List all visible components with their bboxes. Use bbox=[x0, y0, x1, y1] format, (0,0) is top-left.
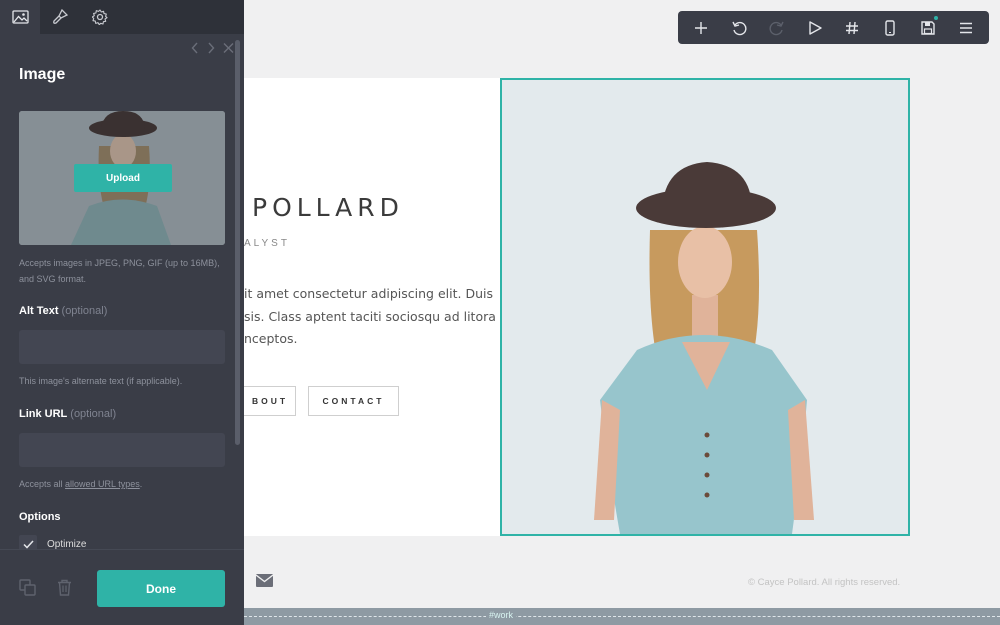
upload-button[interactable]: Upload bbox=[74, 164, 172, 192]
panel-tabs bbox=[0, 0, 244, 34]
link-url-help-suffix: . bbox=[139, 479, 143, 489]
alt-text-input[interactable] bbox=[19, 330, 225, 364]
hero-role-subtitle[interactable]: ALYST bbox=[244, 238, 290, 249]
chevron-right-icon[interactable] bbox=[207, 42, 215, 54]
section-label[interactable]: #work bbox=[486, 610, 517, 620]
unsaved-indicator bbox=[934, 15, 939, 20]
menu-icon bbox=[960, 22, 973, 33]
save-icon bbox=[921, 20, 935, 35]
upload-help-text: Accepts images in JPEG, PNG, GIF (up to … bbox=[19, 258, 220, 284]
selected-portrait-image[interactable] bbox=[500, 78, 910, 536]
hero-paragraph[interactable]: it amet consectetur adipiscing elit. Dui… bbox=[244, 283, 496, 351]
tab-settings[interactable] bbox=[80, 0, 120, 34]
panel-title: Image bbox=[19, 66, 66, 83]
redo-icon bbox=[769, 21, 784, 35]
image-preview[interactable]: Upload bbox=[19, 111, 225, 245]
panel-navigation bbox=[191, 42, 234, 54]
options-label: Options bbox=[19, 511, 61, 523]
hero-paragraph-line: sis. Class aptent taciti sociosqu ad lit… bbox=[244, 308, 496, 324]
link-url-label: Link URL (optional) bbox=[19, 408, 116, 420]
delete-button[interactable] bbox=[57, 579, 72, 601]
section-boundary bbox=[244, 608, 1000, 625]
menu-button[interactable] bbox=[950, 13, 982, 43]
alt-text-help: This image's alternate text (if applicab… bbox=[19, 376, 183, 386]
alt-text-label-text: Alt Text bbox=[19, 305, 59, 317]
duplicate-button[interactable] bbox=[19, 579, 36, 601]
image-tab-icon bbox=[11, 10, 29, 24]
brush-tab-icon bbox=[53, 9, 68, 24]
checkmark-icon bbox=[22, 539, 34, 549]
tab-style[interactable] bbox=[40, 0, 80, 34]
preview-button[interactable] bbox=[799, 13, 831, 43]
done-button[interactable]: Done bbox=[97, 570, 225, 607]
alt-text-label: Alt Text (optional) bbox=[19, 305, 107, 317]
mobile-icon bbox=[885, 19, 896, 36]
add-icon bbox=[694, 21, 707, 34]
link-url-help-prefix: Accepts all bbox=[19, 479, 66, 489]
editor-toolbar bbox=[678, 11, 989, 44]
allowed-url-types-link[interactable]: allowed URL types bbox=[65, 479, 140, 489]
settings-tab-icon bbox=[92, 9, 108, 25]
redo-button[interactable] bbox=[761, 13, 793, 43]
undo-icon bbox=[732, 21, 747, 35]
save-button[interactable] bbox=[912, 13, 944, 43]
image-properties-panel: Image Upload Accepts images in JPEG, PNG… bbox=[0, 0, 244, 625]
trash-icon bbox=[58, 579, 71, 596]
about-button[interactable]: BOUT bbox=[238, 386, 296, 416]
mail-icon[interactable] bbox=[255, 574, 274, 592]
duplicate-icon bbox=[19, 579, 36, 596]
panel-scrollbar[interactable] bbox=[235, 40, 240, 445]
link-url-help: Accepts all allowed URL types. bbox=[19, 477, 142, 493]
footer-copyright: © Cayce Pollard. All rights reserved. bbox=[748, 577, 901, 588]
link-url-label-text: Link URL bbox=[19, 408, 68, 420]
play-icon bbox=[808, 20, 822, 35]
hero-paragraph-line: it amet consectetur adipiscing elit. Dui… bbox=[244, 286, 493, 301]
undo-button[interactable] bbox=[723, 13, 755, 43]
tab-image[interactable] bbox=[0, 0, 40, 34]
mobile-preview-button[interactable] bbox=[874, 13, 906, 43]
hash-icon bbox=[846, 21, 859, 34]
optimize-label: Optimize bbox=[47, 538, 87, 550]
portrait-illustration bbox=[502, 80, 908, 534]
hash-button[interactable] bbox=[836, 13, 868, 43]
hero-name-heading[interactable]: POLLARD bbox=[252, 193, 404, 222]
chevron-left-icon[interactable] bbox=[191, 42, 199, 54]
section-divider bbox=[244, 616, 1000, 617]
link-url-input[interactable] bbox=[19, 433, 225, 467]
contact-button[interactable]: CONTACT bbox=[308, 386, 399, 416]
alt-text-optional: (optional) bbox=[61, 305, 108, 317]
add-button[interactable] bbox=[685, 13, 717, 43]
panel-footer: Done bbox=[0, 549, 244, 625]
close-icon[interactable] bbox=[223, 42, 234, 54]
link-url-optional: (optional) bbox=[70, 408, 117, 420]
hero-paragraph-line: nceptos. bbox=[244, 331, 298, 346]
